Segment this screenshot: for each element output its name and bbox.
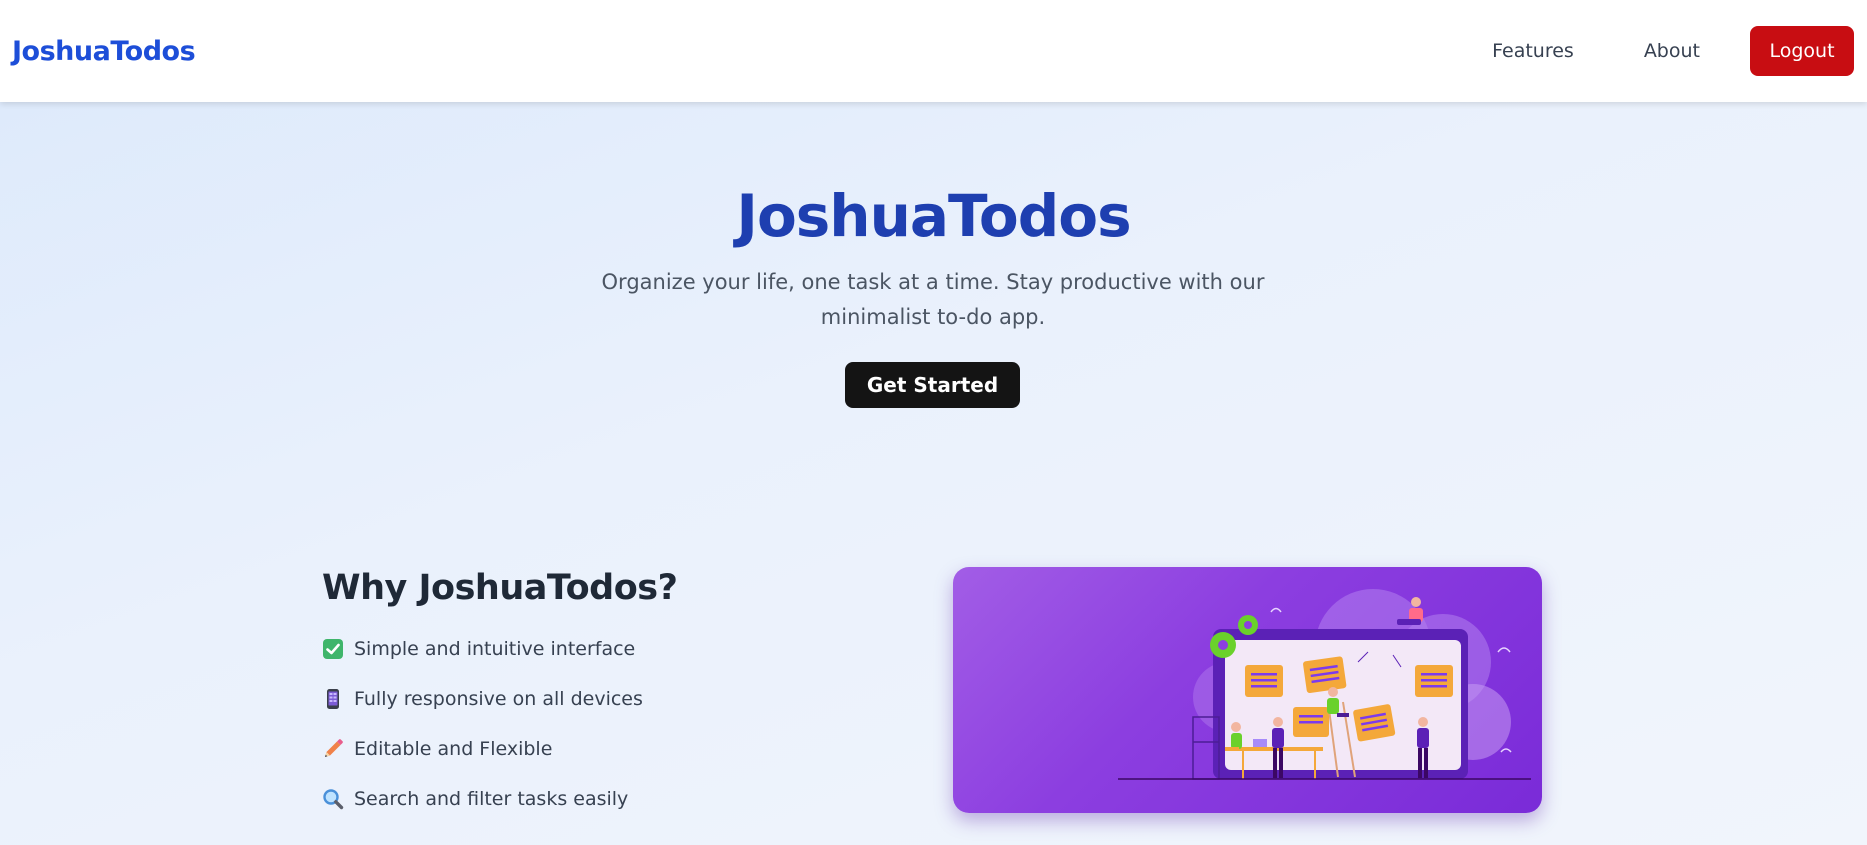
magnifier-icon — [322, 788, 344, 810]
features-title: Why JoshuaTodos? — [322, 568, 678, 608]
nav-links: Features About Logout — [1492, 26, 1855, 76]
feature-label: Simple and intuitive interface — [354, 638, 636, 660]
teamwork-illustration — [953, 567, 1542, 813]
feature-label: Editable and Flexible — [354, 738, 553, 760]
hero-subtitle: Organize your life, one task at a time. … — [601, 270, 1265, 329]
get-started-button[interactable]: Get Started — [845, 362, 1020, 408]
logout-button[interactable]: Logout — [1750, 26, 1854, 76]
pencil-icon — [322, 738, 344, 760]
navbar: JoshuaTodos Features About Logout — [0, 0, 1867, 102]
feature-item: Search and filter tasks easily — [322, 774, 882, 824]
mobile-device-icon — [322, 688, 344, 710]
feature-label: Search and filter tasks easily — [354, 788, 629, 810]
illustration-art — [1118, 589, 1531, 780]
feature-label: Fully responsive on all devices — [354, 688, 643, 710]
check-box-icon — [322, 638, 344, 660]
hero-title: JoshuaTodos — [736, 182, 1131, 250]
feature-item: Fully responsive on all devices — [322, 674, 882, 724]
nav-link-about[interactable]: About — [1644, 40, 1700, 62]
nav-link-features[interactable]: Features — [1492, 40, 1574, 62]
feature-item: Editable and Flexible — [322, 724, 882, 774]
feature-item: Simple and intuitive interface — [322, 624, 882, 674]
features-section: Why JoshuaTodos? Simple and intuitive in… — [322, 568, 882, 824]
sticky-note — [1245, 665, 1283, 697]
brand-logo[interactable]: JoshuaTodos — [12, 36, 196, 67]
